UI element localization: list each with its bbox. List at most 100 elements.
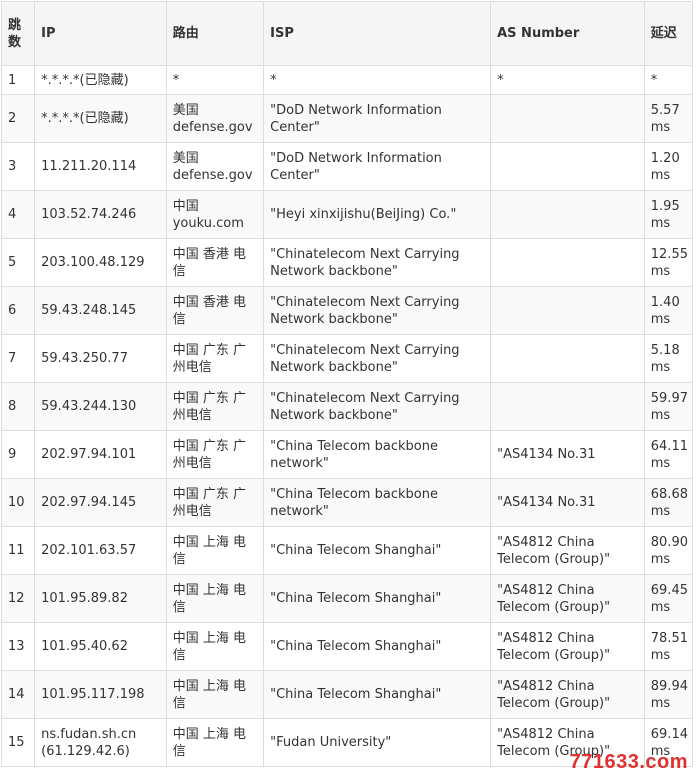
latency-cell: 89.94 ms — [643, 670, 694, 719]
as-number-cell: "AS4812 China Telecom (Group)" — [490, 574, 645, 623]
as-number-cell: "AS4812 China Telecom (Group)" — [490, 622, 645, 671]
route-cell: 中国 广东 广州电信 — [165, 382, 265, 431]
latency-cell: 12.55 ms — [643, 238, 694, 287]
table-row: 8 59.43.244.130 中国 广东 广州电信 "Chinatelecom Ne… — [0, 382, 694, 431]
ip-cell: 202.97.94.145 — [34, 478, 167, 527]
hop-cell: 5 — [0, 238, 36, 287]
ip-cell: *.*.*.*(已隐藏) — [34, 65, 167, 95]
hop-cell: 15 — [0, 718, 36, 767]
latency-cell: 80.90 ms — [643, 526, 694, 575]
ip-cell: ns.fudan.sh.cn (61.129.42.6) — [34, 718, 167, 767]
isp-cell: "Chinatelecom Next Carrying Network back… — [263, 382, 492, 431]
hop-cell: 8 — [0, 382, 36, 431]
table-row: 3 11.211.20.114 美国 defense.gov "DoD Network… — [0, 142, 694, 191]
route-cell: * — [165, 65, 265, 95]
as-number-cell — [490, 286, 645, 335]
ip-cell: 11.211.20.114 — [34, 142, 167, 191]
as-number-cell: "AS4812 China Telecom (Group)" — [490, 670, 645, 719]
route-cell: 中国 广东 广州电信 — [165, 334, 265, 383]
traceroute-table: 跳数 IP 路由 ISP AS Number 延迟 1 *.*.*.*(已隐藏) *… — [0, 1, 694, 767]
ip-cell: 202.101.63.57 — [34, 526, 167, 575]
route-cell: 中国 上海 电信 — [165, 718, 265, 767]
header-as-number: AS Number — [490, 1, 645, 66]
route-cell: 中国 上海 电信 — [165, 622, 265, 671]
site-watermark: 771633.com — [569, 751, 688, 773]
as-number-cell — [490, 382, 645, 431]
hop-cell: 11 — [0, 526, 36, 575]
isp-cell: "China Telecom Shanghai" — [263, 526, 492, 575]
table-row: 10 202.97.94.145 中国 广东 广州电信 "China Telecom … — [0, 478, 694, 527]
table-row: 1 *.*.*.*(已隐藏) * * * * — [0, 65, 694, 95]
latency-cell: * — [643, 65, 694, 95]
ip-cell: 59.43.244.130 — [34, 382, 167, 431]
isp-cell: "China Telecom backbone network" — [263, 430, 492, 479]
isp-cell: "Heyi xinxijishu(BeiJing) Co." — [263, 190, 492, 239]
as-number-cell: "AS4134 No.31 — [490, 430, 645, 479]
hop-cell: 2 — [0, 94, 36, 143]
isp-cell: "China Telecom Shanghai" — [263, 622, 492, 671]
table-body: 1 *.*.*.*(已隐藏) * * * * 2 *.*.*.*(已隐藏) 美国 defense… — [0, 65, 694, 767]
isp-cell: "Chinatelecom Next Carrying Network back… — [263, 334, 492, 383]
as-number-cell — [490, 238, 645, 287]
isp-cell: "Chinatelecom Next Carrying Network back… — [263, 286, 492, 335]
isp-cell: "Chinatelecom Next Carrying Network back… — [263, 238, 492, 287]
table-row: 14 101.95.117.198 中国 上海 电信 "China Telecom S… — [0, 670, 694, 719]
table-row: 6 59.43.248.145 中国 香港 电信 "Chinatelecom Next… — [0, 286, 694, 335]
route-cell: 美国 defense.gov — [165, 94, 265, 143]
ip-cell: 203.100.48.129 — [34, 238, 167, 287]
hop-cell: 9 — [0, 430, 36, 479]
isp-cell: "China Telecom Shanghai" — [263, 574, 492, 623]
latency-cell: 1.95 ms — [643, 190, 694, 239]
ip-cell: 101.95.117.198 — [34, 670, 167, 719]
isp-cell: "DoD Network Information Center" — [263, 94, 492, 143]
ip-cell: 59.43.248.145 — [34, 286, 167, 335]
hop-cell: 10 — [0, 478, 36, 527]
hop-cell: 7 — [0, 334, 36, 383]
as-number-cell — [490, 334, 645, 383]
latency-cell: 5.57 ms — [643, 94, 694, 143]
as-number-cell — [490, 190, 645, 239]
table-row: 9 202.97.94.101 中国 广东 广州电信 "China Telecom b… — [0, 430, 694, 479]
isp-cell: "DoD Network Information Center" — [263, 142, 492, 191]
header-ip: IP — [34, 1, 167, 66]
ip-cell: 101.95.89.82 — [34, 574, 167, 623]
route-cell: 中国 youku.com — [165, 190, 265, 239]
latency-cell: 69.45 ms — [643, 574, 694, 623]
table-row: 13 101.95.40.62 中国 上海 电信 "China Telecom Sha… — [0, 622, 694, 671]
traceroute-table-container: 跳数 IP 路由 ISP AS Number 延迟 1 *.*.*.*(已隐藏) *… — [0, 1, 694, 767]
hop-cell: 14 — [0, 670, 36, 719]
isp-cell: "China Telecom backbone network" — [263, 478, 492, 527]
latency-cell: 68.68 ms — [643, 478, 694, 527]
header-hop: 跳数 — [0, 1, 36, 66]
table-row: 7 59.43.250.77 中国 广东 广州电信 "Chinatelecom Nex… — [0, 334, 694, 383]
header-isp: ISP — [263, 1, 492, 66]
table-row: 2 *.*.*.*(已隐藏) 美国 defense.gov "DoD Network … — [0, 94, 694, 143]
hop-cell: 1 — [0, 65, 36, 95]
latency-cell: 59.97 ms — [643, 382, 694, 431]
table-row: 11 202.101.63.57 中国 上海 电信 "China Telecom Sh… — [0, 526, 694, 575]
hop-cell: 13 — [0, 622, 36, 671]
table-row: 5 203.100.48.129 中国 香港 电信 "Chinatelecom Nex… — [0, 238, 694, 287]
hop-cell: 12 — [0, 574, 36, 623]
header-latency: 延迟 — [643, 1, 694, 66]
isp-cell: "Fudan University" — [263, 718, 492, 767]
latency-cell: 1.20 ms — [643, 142, 694, 191]
ip-cell: 101.95.40.62 — [34, 622, 167, 671]
ip-cell: 103.52.74.246 — [34, 190, 167, 239]
header-route: 路由 — [165, 1, 265, 66]
route-cell: 美国 defense.gov — [165, 142, 265, 191]
route-cell: 中国 上海 电信 — [165, 526, 265, 575]
latency-cell: 78.51 ms — [643, 622, 694, 671]
route-cell: 中国 广东 广州电信 — [165, 430, 265, 479]
as-number-cell — [490, 142, 645, 191]
table-header-row: 跳数 IP 路由 ISP AS Number 延迟 — [0, 1, 694, 66]
latency-cell: 1.40 ms — [643, 286, 694, 335]
as-number-cell: * — [490, 65, 645, 95]
route-cell: 中国 广东 广州电信 — [165, 478, 265, 527]
route-cell: 中国 上海 电信 — [165, 670, 265, 719]
hop-cell: 3 — [0, 142, 36, 191]
ip-cell: 202.97.94.101 — [34, 430, 167, 479]
table-row: 4 103.52.74.246 中国 youku.com "Heyi xinxijis… — [0, 190, 694, 239]
latency-cell: 64.11 ms — [643, 430, 694, 479]
isp-cell: "China Telecom Shanghai" — [263, 670, 492, 719]
